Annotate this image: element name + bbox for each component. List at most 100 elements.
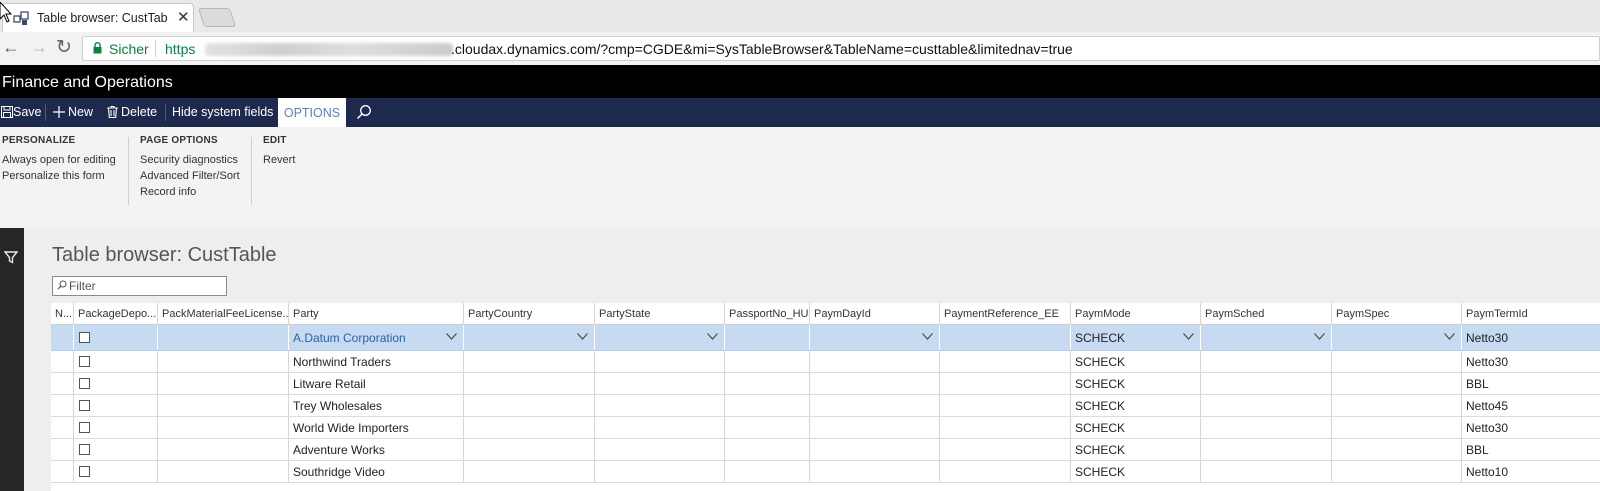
filter-icon[interactable]	[4, 250, 18, 264]
chevron-down-icon[interactable]	[1183, 333, 1194, 340]
grid-cell	[724, 351, 809, 372]
package-deposit-checkbox[interactable]	[79, 378, 90, 389]
page-title: Table browser: CustTable	[52, 244, 277, 266]
security-diagnostics-button[interactable]: Security diagnostics	[140, 152, 240, 168]
new-tab-button[interactable]	[197, 8, 237, 27]
chevron-down-icon[interactable]	[446, 333, 457, 340]
table-row[interactable]: Trey Wholesales SCHECK Netto45	[51, 395, 1600, 417]
table-row[interactable]: Northwind Traders SCHECK Netto30	[51, 351, 1600, 373]
table-row[interactable]: A.Datum Corporation SCHECK Netto30	[51, 325, 1600, 351]
column-header[interactable]: N...	[51, 303, 73, 324]
column-header[interactable]: PaymDayId	[809, 303, 939, 324]
grid-cell	[1200, 351, 1331, 372]
column-header[interactable]: PartyState	[594, 303, 724, 324]
payment-mode: SCHECK	[1075, 464, 1126, 479]
table-row[interactable]: Adventure Works SCHECK BBL	[51, 439, 1600, 461]
column-header[interactable]: PaymentReference_EE	[939, 303, 1070, 324]
grid-cell: Trey Wholesales	[288, 395, 463, 416]
revert-button[interactable]: Revert	[263, 152, 295, 168]
grid-cell: Netto30	[1461, 417, 1600, 438]
browser-tab[interactable]: Table browser: CustTable ✕	[2, 3, 194, 32]
reload-icon[interactable]: ↻	[56, 36, 72, 59]
package-deposit-checkbox[interactable]	[79, 466, 90, 477]
grid-cell	[1200, 439, 1331, 460]
hide-system-fields-button[interactable]: Hide system fields	[172, 98, 273, 127]
tab-options[interactable]: OPTIONS	[278, 98, 346, 127]
always-open-for-editing-button[interactable]: Always open for editing	[2, 152, 116, 168]
payment-term: BBL	[1466, 376, 1489, 391]
grid-cell	[939, 395, 1070, 416]
filter-input[interactable]	[69, 277, 219, 295]
new-button[interactable]: New	[68, 98, 93, 127]
column-header[interactable]: PaymSched	[1200, 303, 1331, 324]
chevron-down-icon[interactable]	[922, 333, 933, 340]
search-icon[interactable]	[356, 104, 372, 120]
grid-cell[interactable]	[1331, 325, 1461, 350]
filter-pane-rail	[0, 228, 24, 491]
grid-cell: BBL	[1461, 373, 1600, 394]
grid-cell: Adventure Works	[288, 439, 463, 460]
chevron-down-icon[interactable]	[577, 333, 588, 340]
grid-cell[interactable]	[51, 325, 73, 350]
column-header[interactable]: Party	[288, 303, 463, 324]
advanced-filter-sort-button[interactable]: Advanced Filter/Sort	[140, 168, 240, 184]
grid-cell[interactable]: SCHECK	[1070, 325, 1200, 350]
grid-cell	[51, 461, 73, 482]
grid-filter[interactable]	[52, 276, 227, 296]
back-icon[interactable]: ←	[2, 37, 20, 58]
grid-cell[interactable]	[463, 325, 594, 350]
package-deposit-checkbox[interactable]	[79, 444, 90, 455]
grid-cell[interactable]	[157, 325, 288, 350]
column-header[interactable]: PaymMode	[1070, 303, 1200, 324]
grid-cell[interactable]	[809, 325, 939, 350]
chevron-down-icon[interactable]	[1444, 333, 1455, 340]
grid-cell[interactable]	[594, 325, 724, 350]
party-name: Adventure Works	[293, 442, 385, 457]
package-deposit-checkbox[interactable]	[79, 332, 90, 343]
grid-cell: Northwind Traders	[288, 351, 463, 372]
package-deposit-checkbox[interactable]	[79, 422, 90, 433]
record-info-button[interactable]: Record info	[140, 184, 240, 200]
column-header[interactable]: PartyCountry	[463, 303, 594, 324]
party-name: Litware Retail	[293, 376, 366, 391]
party-name: Trey Wholesales	[293, 398, 382, 413]
grid-cell	[1331, 351, 1461, 372]
table-row[interactable]: Litware Retail SCHECK BBL	[51, 373, 1600, 395]
grid-cell[interactable]	[939, 325, 1070, 350]
grid-cell	[463, 439, 594, 460]
save-button[interactable]: Save	[13, 98, 42, 127]
address-bar[interactable]: Sicher https .cloudax.dynamics.com/?cmp=…	[82, 36, 1600, 61]
column-header[interactable]: PackMaterialFeeLicense...	[157, 303, 288, 324]
grid-cell[interactable]	[1200, 325, 1331, 350]
package-deposit-checkbox[interactable]	[79, 356, 90, 367]
grid-cell[interactable]: A.Datum Corporation	[288, 325, 463, 350]
column-header[interactable]: PassportNo_HU	[724, 303, 809, 324]
grid-cell[interactable]: Netto30	[1461, 325, 1600, 350]
party-name: A.Datum Corporation	[293, 330, 406, 345]
chevron-down-icon[interactable]	[707, 333, 718, 340]
column-header[interactable]: PackageDepo...	[73, 303, 157, 324]
grid-cell: Netto30	[1461, 351, 1600, 372]
party-name: Southridge Video	[293, 464, 385, 479]
grid-cell: Netto45	[1461, 395, 1600, 416]
personalize-this-form-button[interactable]: Personalize this form	[2, 168, 116, 184]
chevron-down-icon[interactable]	[1314, 333, 1325, 340]
payment-mode: SCHECK	[1075, 398, 1126, 413]
column-header[interactable]: PaymSpec	[1331, 303, 1461, 324]
table-row[interactable]: World Wide Importers SCHECK Netto30	[51, 417, 1600, 439]
tab-close-icon[interactable]: ✕	[177, 8, 190, 26]
grid-cell[interactable]	[724, 325, 809, 350]
payment-term: Netto30	[1466, 330, 1509, 345]
package-deposit-checkbox[interactable]	[79, 400, 90, 411]
column-header[interactable]: PaymTermId	[1461, 303, 1600, 324]
payment-mode: SCHECK	[1075, 376, 1126, 391]
grid-cell	[51, 373, 73, 394]
delete-button[interactable]: Delete	[121, 98, 157, 127]
grid-cell: Southridge Video	[288, 461, 463, 482]
grid-cell	[157, 461, 288, 482]
grid-cell[interactable]	[73, 325, 157, 350]
forward-icon[interactable]: →	[30, 37, 48, 58]
app-title[interactable]: Finance and Operations	[2, 74, 173, 92]
table-row[interactable]: Southridge Video SCHECK Netto10	[51, 461, 1600, 483]
grid-cell	[1331, 373, 1461, 394]
